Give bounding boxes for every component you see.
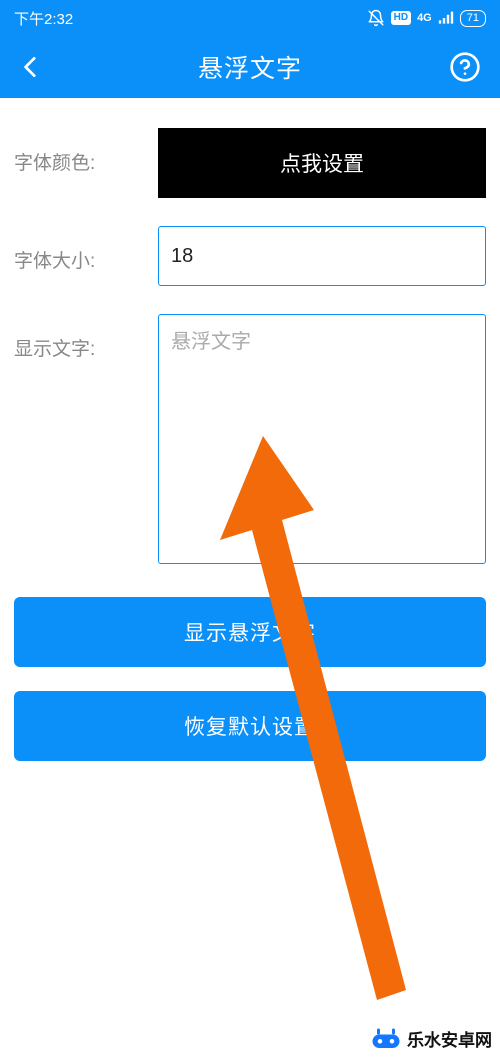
font-size-input[interactable] — [158, 226, 486, 286]
show-floating-text-button[interactable]: 显示悬浮文字 — [14, 597, 486, 667]
chevron-left-icon — [18, 54, 44, 80]
page-title: 悬浮文字 — [198, 49, 302, 85]
title-bar: 悬浮文字 — [0, 36, 500, 98]
hd-badge: HD — [391, 11, 411, 25]
display-text-label: 显示文字: — [14, 314, 158, 361]
row-display-text: 显示文字: — [14, 314, 486, 569]
back-button[interactable] — [6, 36, 56, 98]
action-buttons: 显示悬浮文字 恢复默认设置 — [0, 597, 500, 761]
help-button[interactable] — [440, 36, 490, 98]
battery-icon: 71 — [460, 10, 486, 27]
status-time: 下午2:32 — [14, 8, 73, 29]
watermark-text: 乐水安卓网 — [407, 1026, 492, 1051]
font-color-label: 字体颜色: — [14, 128, 158, 175]
row-font-size: 字体大小: — [14, 226, 486, 286]
watermark: 乐水安卓网 — [371, 1026, 492, 1051]
settings-form: 字体颜色: 点我设置 字体大小: 显示文字: — [0, 98, 500, 569]
font-size-label: 字体大小: — [14, 226, 158, 273]
font-color-button[interactable]: 点我设置 — [158, 128, 486, 198]
restore-defaults-button[interactable]: 恢复默认设置 — [14, 691, 486, 761]
status-bar: 下午2:32 HD 4G 71 — [0, 0, 500, 36]
alarm-off-icon — [367, 9, 385, 27]
network-4g-icon: 4G — [417, 12, 432, 24]
display-text-input[interactable] — [158, 314, 486, 564]
signal-icon — [438, 11, 454, 25]
row-font-color: 字体颜色: 点我设置 — [14, 128, 486, 198]
gamepad-icon — [371, 1027, 401, 1051]
help-circle-icon — [449, 51, 481, 83]
